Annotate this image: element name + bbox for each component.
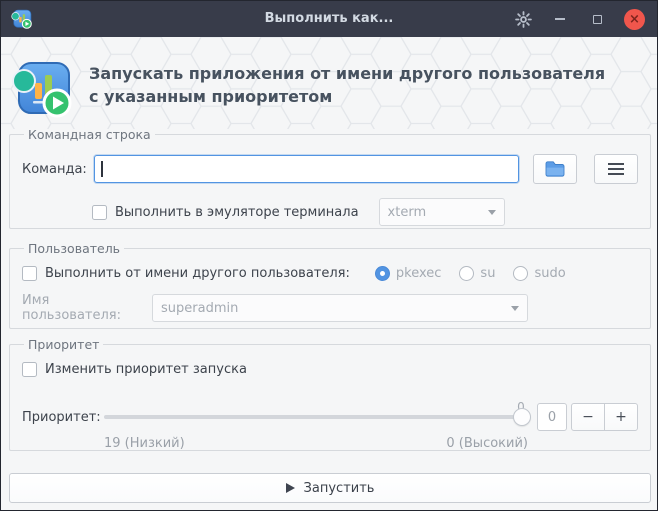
slider-scale: 19 (Низкий) 0 (Высокий) <box>22 436 638 451</box>
play-icon <box>285 483 295 493</box>
scale-high-label: 0 (Высокий) <box>446 436 528 451</box>
command-label: Команда: <box>22 161 87 177</box>
command-group-legend: Командная строка <box>28 127 151 142</box>
radio-su[interactable]: su <box>459 266 495 281</box>
user-group: Пользователь Выполнить от имени другого … <box>9 241 651 329</box>
radio-pkexec-label: pkexec <box>395 266 442 281</box>
slider-track <box>104 415 531 419</box>
browse-file-button[interactable] <box>533 154 577 184</box>
close-icon: × <box>629 11 640 27</box>
app-logo <box>12 62 72 118</box>
app-window: Выполнить как... × Запускать приложения … <box>0 0 658 511</box>
auth-method-radios: pkexec su sudo <box>374 266 566 281</box>
user-group-legend: Пользователь <box>28 241 121 256</box>
terminal-checkbox-label: Выполнить в эмуляторе терминала <box>115 204 359 220</box>
radio-su-control <box>459 266 475 281</box>
radio-sudo-label: sudo <box>534 266 566 281</box>
priority-group: Приоритет Изменить приоритет запуска 0 П… <box>9 337 651 451</box>
priority-label: Приоритет: <box>22 409 101 425</box>
slider-handle[interactable] <box>513 408 531 426</box>
terminal-checkbox[interactable] <box>92 204 107 220</box>
command-input[interactable] <box>94 155 519 183</box>
folder-icon <box>545 161 565 177</box>
scale-low-label: 19 (Низкий) <box>104 436 185 451</box>
decrement-button[interactable]: − <box>571 403 605 431</box>
minimize-button[interactable] <box>550 9 570 29</box>
username-value: superadmin <box>161 300 239 316</box>
restore-icon <box>592 14 602 24</box>
window-controls: × <box>513 1 645 37</box>
radio-pkexec[interactable]: pkexec <box>374 266 442 281</box>
username-select[interactable]: superadmin <box>152 294 528 322</box>
run-as-other-user-label: Выполнить от имени другого пользователя: <box>45 266 350 281</box>
page-title-line2: с указанным приоритетом <box>89 87 333 106</box>
titlebar: Выполнить как... × <box>1 1 657 37</box>
settings-button[interactable] <box>513 9 533 29</box>
chevron-down-icon <box>511 305 519 311</box>
priority-slider[interactable] <box>104 408 531 426</box>
terminal-emulator-value: xterm <box>387 204 427 220</box>
menu-button[interactable] <box>594 154 638 184</box>
command-group: Командная строка Команда: Выполнить в эм… <box>9 127 651 229</box>
command-input-wrap <box>94 155 519 183</box>
priority-spin-value[interactable]: 0 <box>537 403 567 431</box>
text-caret <box>101 161 103 177</box>
restore-button[interactable] <box>587 9 607 29</box>
priority-stepper: − + <box>571 403 638 431</box>
minimize-icon <box>555 18 565 20</box>
radio-sudo-control <box>513 266 529 281</box>
page-title: Запускать приложения от имени другого по… <box>89 62 605 108</box>
radio-pkexec-control <box>374 266 390 281</box>
hamburger-icon <box>608 163 624 175</box>
increment-button[interactable]: + <box>604 403 638 431</box>
run-button[interactable]: Запустить <box>9 473 651 503</box>
terminal-emulator-select[interactable]: xterm <box>378 198 505 226</box>
change-priority-label: Изменить приоритет запуска <box>45 362 247 377</box>
radio-sudo[interactable]: sudo <box>513 266 566 281</box>
priority-group-legend: Приоритет <box>28 337 100 352</box>
page-title-line1: Запускать приложения от имени другого по… <box>89 64 606 83</box>
chevron-down-icon <box>487 209 496 215</box>
run-as-other-user-checkbox[interactable] <box>22 266 37 281</box>
change-priority-checkbox[interactable] <box>22 362 37 377</box>
close-button[interactable]: × <box>624 8 645 30</box>
gear-icon <box>514 10 532 28</box>
run-button-label: Запустить <box>303 480 375 496</box>
radio-su-label: su <box>480 266 496 281</box>
username-label: Имя пользователя: <box>22 293 121 323</box>
